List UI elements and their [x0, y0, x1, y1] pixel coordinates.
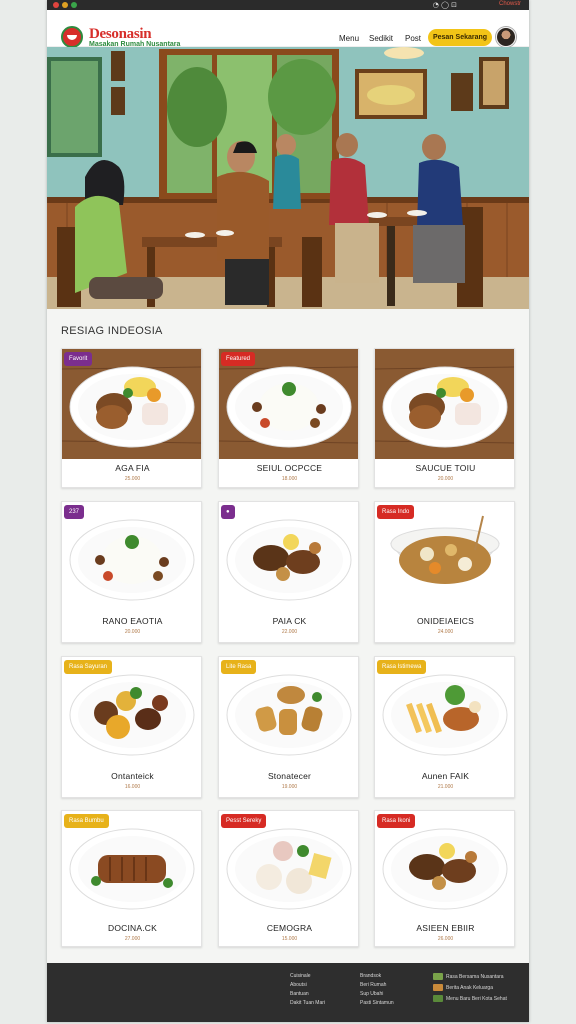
menu-card[interactable]: ● PAIA CK 22.000 — [218, 501, 359, 643]
menu-card[interactable]: Pesst Sereky CEMOGRA 15.000 — [218, 810, 359, 947]
logo-icon[interactable] — [61, 26, 83, 48]
news-item[interactable]: Berita Anak Keluarga — [433, 983, 507, 994]
dish-name: SAUCUE TOIU — [415, 463, 476, 473]
dish-name: ONIDEIAEICS — [417, 616, 474, 626]
footer-link[interactable]: Dakit Tuan Mari — [290, 999, 325, 1008]
dish-name: AGA FIA — [115, 463, 150, 473]
dish-badge: 237 — [64, 505, 85, 519]
news-title: Rasa Bersama Nusantara — [446, 974, 504, 980]
dish-name: ASIEEN EBIIR — [416, 923, 475, 933]
dish-price: 25.000 — [124, 476, 141, 482]
nav-menu[interactable]: Menu — [339, 34, 359, 43]
browser-window: ◔ ◯ ⊡ Chowstr Desonasin Masakan Rumah Nu… — [47, 0, 529, 1022]
dish-badge: Rasa Sayuran — [64, 660, 113, 674]
dish-price: 26.000 — [437, 936, 454, 942]
dish-name: SEIUL OCPCCE — [256, 463, 323, 473]
site-header: Desonasin Masakan Rumah Nusantara Menu S… — [47, 10, 529, 48]
dish-image[interactable] — [219, 502, 358, 612]
dish-badge: Rasa Indo — [377, 505, 415, 519]
dish-price: 21.000 — [437, 784, 454, 790]
dish-price: 19.000 — [281, 784, 298, 790]
menu-card[interactable]: Rasa Istimewa Aunen FAIK 21.000 — [374, 656, 515, 798]
section-title: RESIAG INDEOSIA — [61, 325, 163, 337]
avatar[interactable] — [496, 27, 516, 47]
news-thumbnail-icon — [433, 984, 443, 992]
menu-card[interactable]: Featured SEIUL OCPCCE 18.000 — [218, 348, 359, 488]
dish-price: 16.000 — [124, 784, 141, 790]
menu-card[interactable]: Rasa Bumbu DOCINA.CK 27.000 — [61, 810, 202, 947]
menu-card[interactable]: Rasa Indo ONIDEIAEICS 24.000 — [374, 501, 515, 643]
dish-badge: Favorit — [64, 352, 93, 366]
dish-price: 18.000 — [281, 476, 298, 482]
browser-chrome: ◔ ◯ ⊡ Chowstr — [47, 0, 529, 10]
dish-name: DOCINA.CK — [107, 923, 158, 933]
news-title: Berita Anak Keluarga — [446, 985, 493, 991]
restaurant-scene-illustration — [47, 47, 529, 309]
menu-card[interactable]: Favorit AGA FIA 25.000 — [61, 348, 202, 488]
toolbar-link[interactable]: Chowstr — [499, 1, 521, 7]
dish-badge: Rasa Istimewa — [377, 660, 427, 674]
dish-price: 22.000 — [281, 629, 298, 635]
dish-price: 15.000 — [281, 936, 298, 942]
footer-column-links: Cuisinale Aboutsi Bantuan Dakit Tuan Mar… — [290, 972, 325, 1008]
menu-card[interactable]: SAUCUE TOIU 20.000 — [374, 348, 515, 488]
toolbar-icons[interactable]: ◔ ◯ ⊡ — [433, 1, 457, 9]
dish-name: CEMOGRA — [266, 923, 313, 933]
footer-link[interactable]: Pasti Sintamun — [360, 999, 394, 1008]
nav-post[interactable]: Post — [405, 34, 421, 43]
dish-badge: Rasa Bumbu — [64, 814, 109, 828]
dish-badge: Pesst Sereky — [221, 814, 267, 828]
menu-card[interactable]: 237 RANO EAOTIA 20.000 — [61, 501, 202, 643]
dish-price: 20.000 — [124, 629, 141, 635]
footer-link[interactable]: Beri Rumah — [360, 981, 394, 990]
menu-card[interactable]: Rasa Ikoni ASIEEN EBIIR 26.000 — [374, 810, 515, 947]
dish-price: 20.000 — [437, 476, 454, 482]
menu-card[interactable]: Rasa Sayuran Ontanteick 16.000 — [61, 656, 202, 798]
dish-badge: Featured — [221, 352, 256, 366]
dish-image[interactable] — [62, 502, 201, 612]
footer-link[interactable]: Aboutsi — [290, 981, 325, 990]
dish-name: Stonatecer — [267, 771, 312, 781]
close-window-icon[interactable] — [53, 2, 59, 8]
footer-link[interactable]: Cuisinale — [290, 972, 325, 981]
site-footer: Cuisinale Aboutsi Bantuan Dakit Tuan Mar… — [47, 963, 529, 1022]
dish-price: 27.000 — [124, 936, 141, 942]
dish-price: 24.000 — [437, 629, 454, 635]
maximize-window-icon[interactable] — [71, 2, 77, 8]
minimize-window-icon[interactable] — [62, 2, 68, 8]
news-thumbnail-icon — [433, 973, 443, 981]
hero-image — [47, 47, 529, 309]
news-title: Menu Baru Beri Kota Sehat — [446, 996, 507, 1002]
dish-name: Aunen FAIK — [421, 771, 470, 781]
nav-sedikit[interactable]: Sedikit — [369, 34, 393, 43]
dish-name: Ontanteick — [111, 771, 154, 781]
footer-link[interactable]: Bantuan — [290, 990, 325, 999]
order-now-button[interactable]: Pesan Sekarang — [428, 29, 492, 46]
dish-badge: Rasa Ikoni — [377, 814, 416, 828]
news-item[interactable]: Menu Baru Beri Kota Sehat — [433, 994, 507, 1005]
news-item[interactable]: Rasa Bersama Nusantara — [433, 972, 507, 983]
footer-column-info: Brandsok Beri Rumah Sup Ubahi Pasti Sint… — [360, 972, 394, 1008]
footer-column-news: Rasa Bersama Nusantara Berita Anak Kelua… — [433, 972, 507, 1005]
dish-name: RANO EAOTIA — [102, 616, 163, 626]
news-thumbnail-icon — [433, 995, 443, 1003]
dish-badge: Lite Rasa — [221, 660, 257, 674]
footer-link[interactable]: Sup Ubahi — [360, 990, 394, 999]
dish-badge: ● — [221, 505, 235, 519]
dish-name: PAIA CK — [272, 616, 307, 626]
menu-card[interactable]: Lite Rasa Stonatecer 19.000 — [218, 656, 359, 798]
footer-link[interactable]: Brandsok — [360, 972, 394, 981]
dish-image[interactable] — [375, 349, 514, 459]
